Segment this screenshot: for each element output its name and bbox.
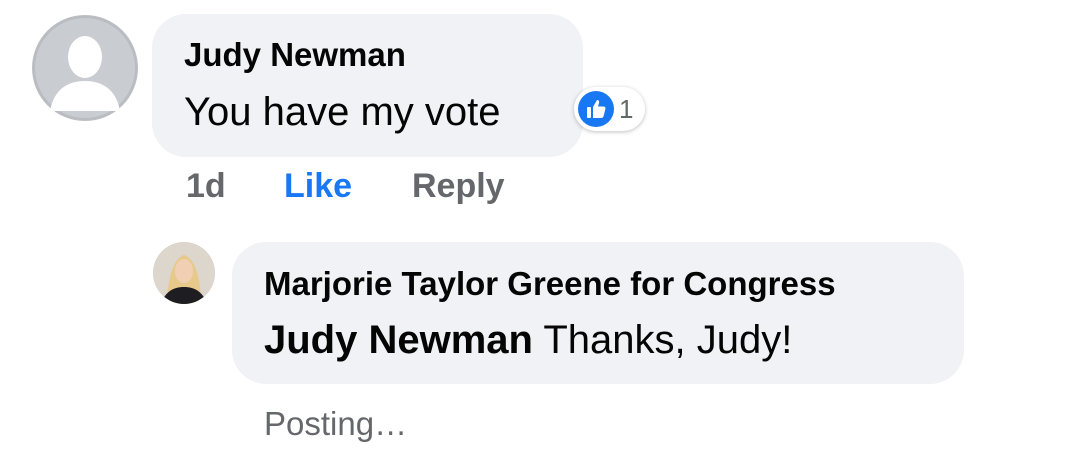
reply-message: Thanks, Judy! [543,318,793,362]
reply-text: Judy Newman Thanks, Judy! [264,318,792,363]
reaction-count: 1 [619,93,634,124]
like-button[interactable]: Like [284,167,352,206]
profile-photo [153,242,215,304]
reply-bubble: Marjorie Taylor Greene for Congress Judy… [232,242,964,384]
comment-timestamp[interactable]: 1d [186,167,226,206]
thumbs-up-icon [578,91,614,127]
reaction-badge[interactable]: 1 [574,87,646,131]
reply-author[interactable]: Marjorie Taylor Greene for Congress [264,265,836,303]
reply-button[interactable]: Reply [412,167,505,206]
comment-text: You have my vote [184,90,501,134]
comment-author[interactable]: Judy Newman [184,36,406,74]
posting-status: Posting… [264,405,408,442]
default-avatar[interactable] [32,15,138,121]
comment-bubble: Judy Newman You have my vote [152,14,583,157]
user-silhouette-icon [33,16,137,120]
mention-tag[interactable]: Judy Newman [264,318,533,362]
page-avatar[interactable] [153,242,215,304]
